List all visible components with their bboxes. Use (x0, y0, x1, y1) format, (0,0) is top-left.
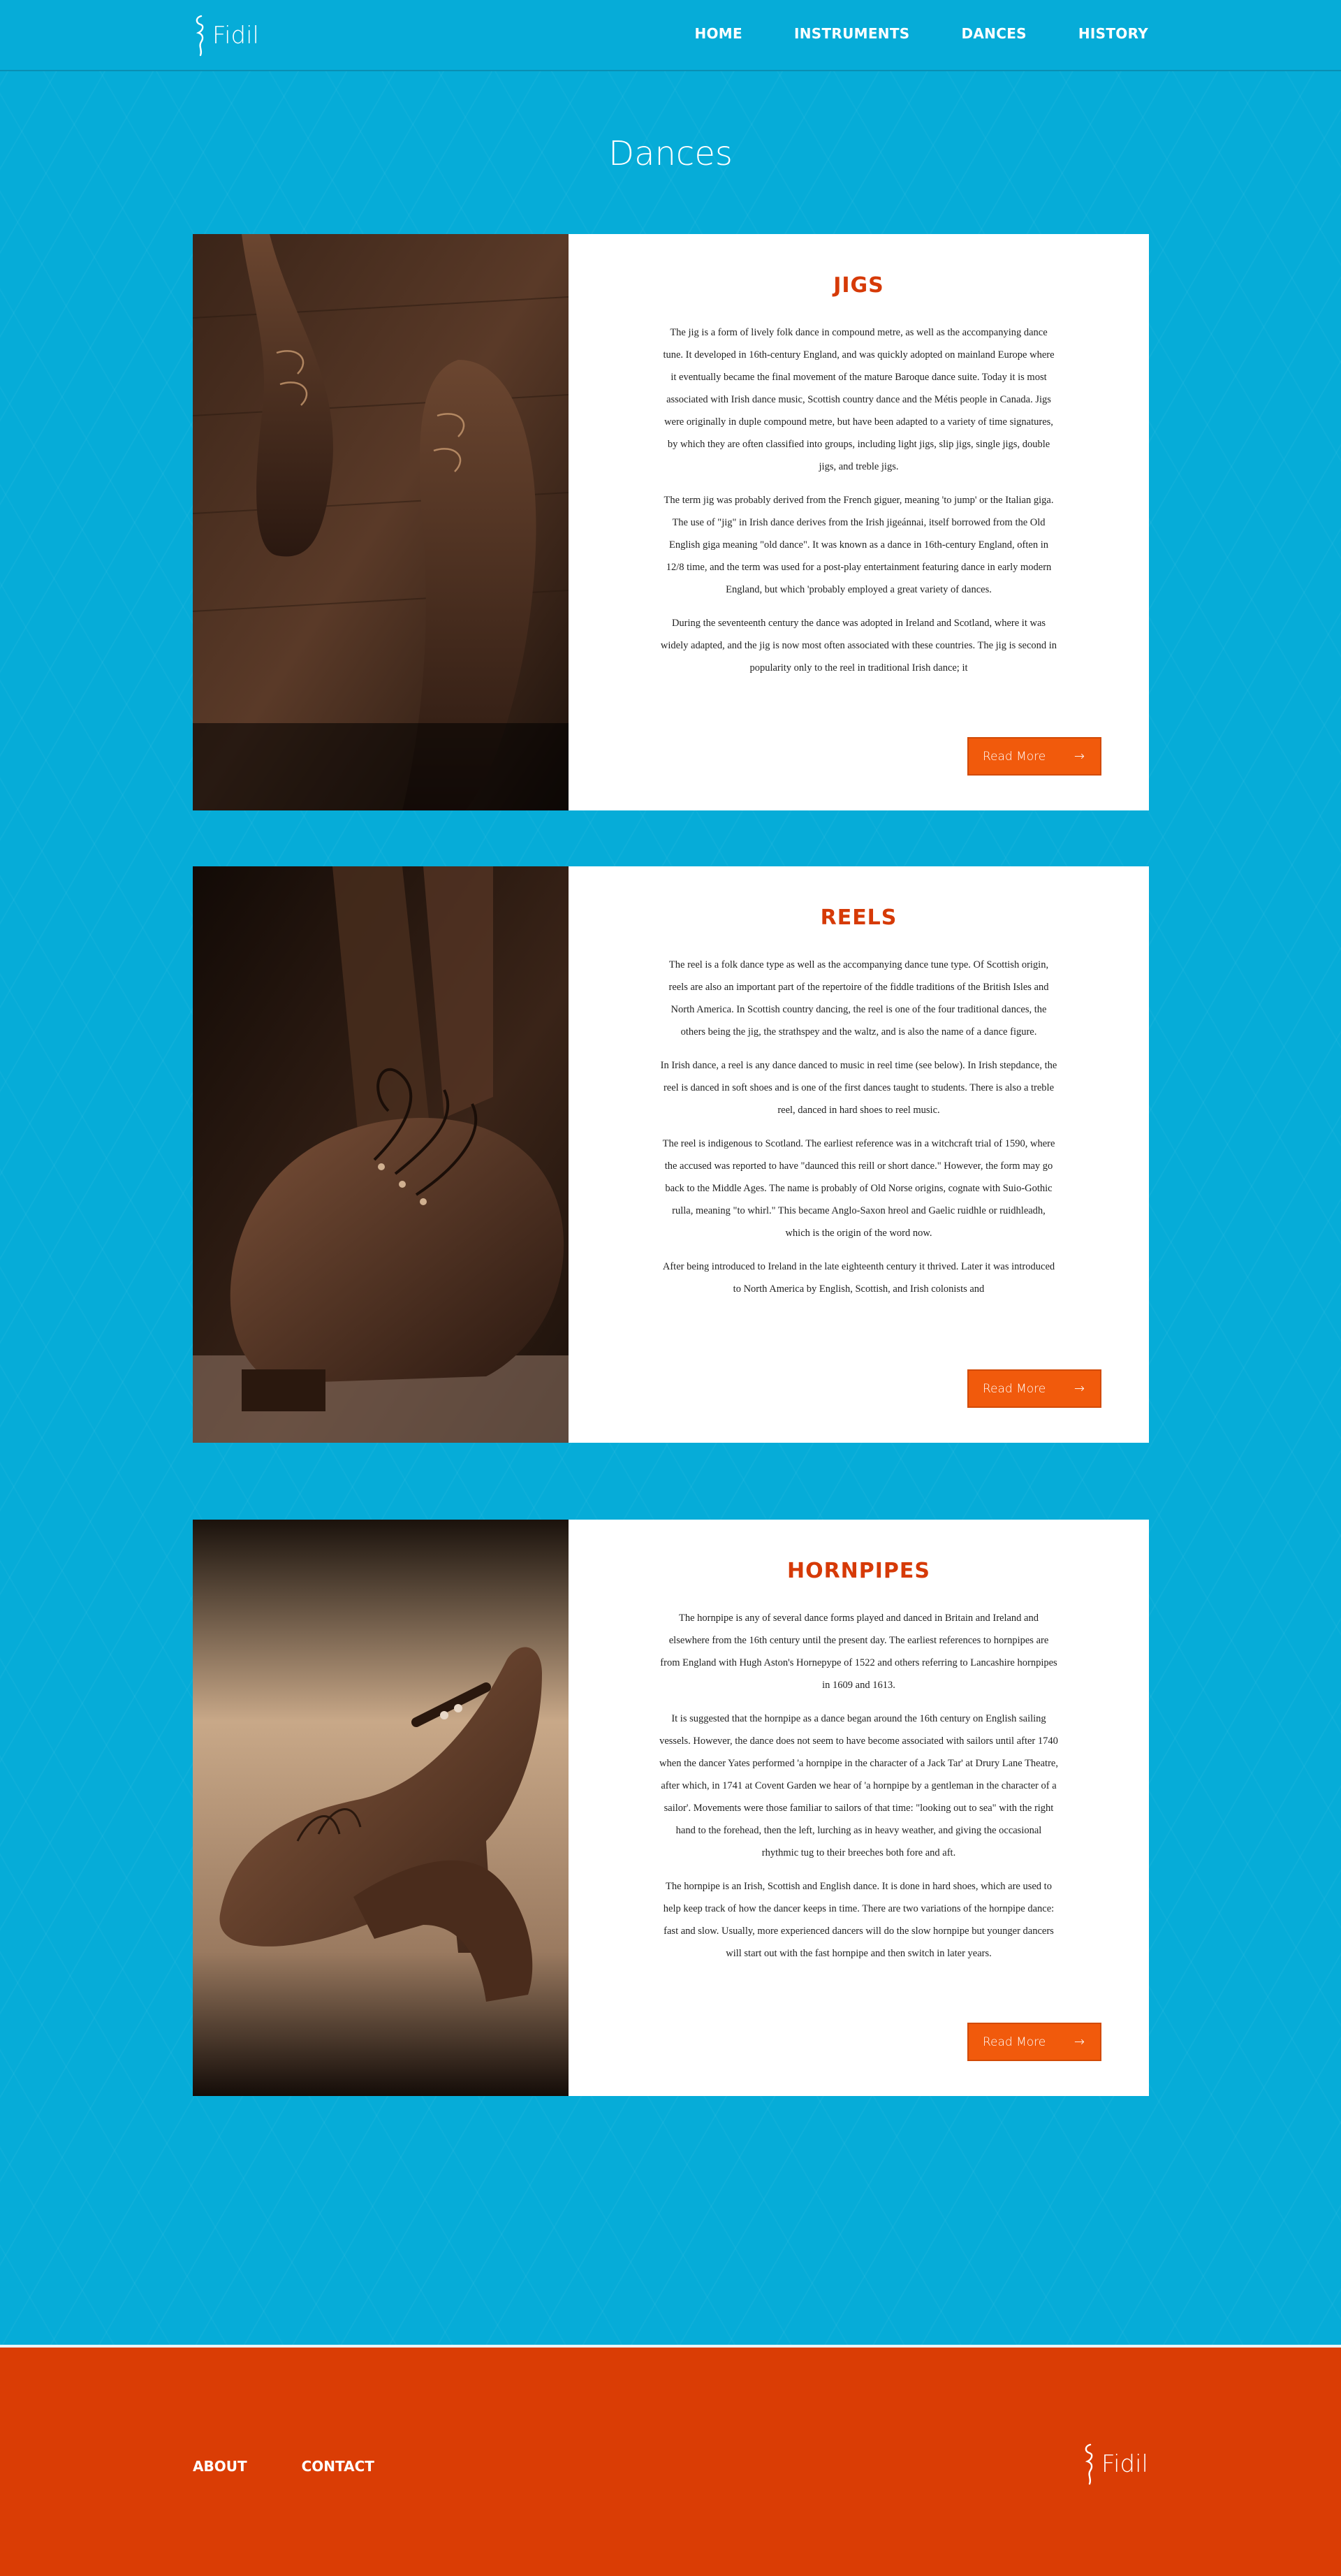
nav-home[interactable]: HOME (694, 25, 742, 42)
read-more-label: Read More (983, 1381, 1046, 1396)
nav-history[interactable]: HISTORY (1078, 25, 1148, 42)
logo-text: Fidil (212, 22, 260, 50)
read-more-button[interactable]: Read More → (967, 737, 1101, 776)
fiddle-scroll-icon (1085, 2443, 1093, 2485)
footer-nav: ABOUT CONTACT (193, 2458, 374, 2475)
reels-body: REELS The reel is a folk dance type as w… (569, 866, 1149, 1443)
card-jigs: JIGS The jig is a form of lively folk da… (193, 234, 1149, 810)
logo-text: Fidil (1101, 2450, 1148, 2478)
card-paragraph: The hornpipe is an Irish, Scottish and E… (663, 1881, 1055, 1959)
hornpipes-body: HORNPIPES The hornpipe is any of several… (569, 1520, 1149, 2096)
read-more-button[interactable]: Read More → (967, 2023, 1101, 2061)
card-hornpipes: HORNPIPES The hornpipe is any of several… (193, 1520, 1149, 2096)
card-text: The hornpipe is any of several dance for… (659, 1607, 1058, 2019)
card-text: The reel is a folk dance type as well as… (659, 954, 1058, 1355)
card-title: JIGS (833, 273, 884, 298)
arrow-right-icon: → (1073, 2035, 1085, 2049)
card-title: HORNPIPES (786, 1559, 931, 1583)
nav-instruments[interactable]: INSTRUMENTS (794, 25, 910, 42)
main-nav: HOME INSTRUMENTS DANCES HISTORY (694, 25, 1148, 42)
reels-shoe-image (193, 866, 569, 1443)
hornpipes-shoes-image (193, 1520, 569, 2096)
site-header: Fidil HOME INSTRUMENTS DANCES HISTORY (0, 0, 1341, 71)
jigs-photo (193, 234, 569, 810)
card-paragraph: In Irish dance, a reel is any dance danc… (660, 1060, 1057, 1116)
jigs-body: JIGS The jig is a form of lively folk da… (569, 234, 1149, 810)
arrow-right-icon: → (1073, 1381, 1085, 1396)
arrow-right-icon: → (1073, 749, 1085, 764)
card-paragraph: The hornpipe is any of several dance for… (660, 1613, 1057, 1691)
card-paragraph: The term jig was probably derived from t… (664, 495, 1054, 595)
card-text: The jig is a form of lively folk dance i… (659, 321, 1058, 734)
hornpipes-photo (193, 1520, 569, 2096)
page-title: Dances (608, 134, 733, 173)
header-logo[interactable]: Fidil (193, 14, 259, 57)
footer-link-about[interactable]: ABOUT (193, 2458, 247, 2475)
jigs-shoes-image (193, 234, 569, 810)
card-paragraph: The jig is a form of lively folk dance i… (663, 327, 1055, 472)
card-paragraph: The reel is a folk dance type as well as… (668, 959, 1049, 1038)
card-paragraph: After being introduced to Ireland in the… (662, 1261, 1055, 1295)
footer-logo[interactable]: Fidil (1082, 2443, 1148, 2486)
card-paragraph: It is suggested that the hornpipe as a d… (659, 1713, 1058, 1858)
card-title: REELS (820, 905, 897, 930)
card-reels: REELS The reel is a folk dance type as w… (193, 866, 1149, 1443)
read-more-label: Read More (983, 749, 1046, 764)
site-footer: ABOUT CONTACT Fidil (0, 2345, 1341, 2576)
nav-dances[interactable]: DANCES (962, 25, 1027, 42)
reels-photo (193, 866, 569, 1443)
read-more-label: Read More (983, 2035, 1046, 2049)
read-more-button[interactable]: Read More → (967, 1369, 1101, 1408)
card-paragraph: The reel is indigenous to Scotland. The … (662, 1138, 1055, 1239)
card-paragraph: During the seventeenth century the dance… (660, 618, 1057, 674)
fiddle-scroll-icon (196, 15, 204, 57)
footer-link-contact[interactable]: CONTACT (302, 2458, 374, 2475)
